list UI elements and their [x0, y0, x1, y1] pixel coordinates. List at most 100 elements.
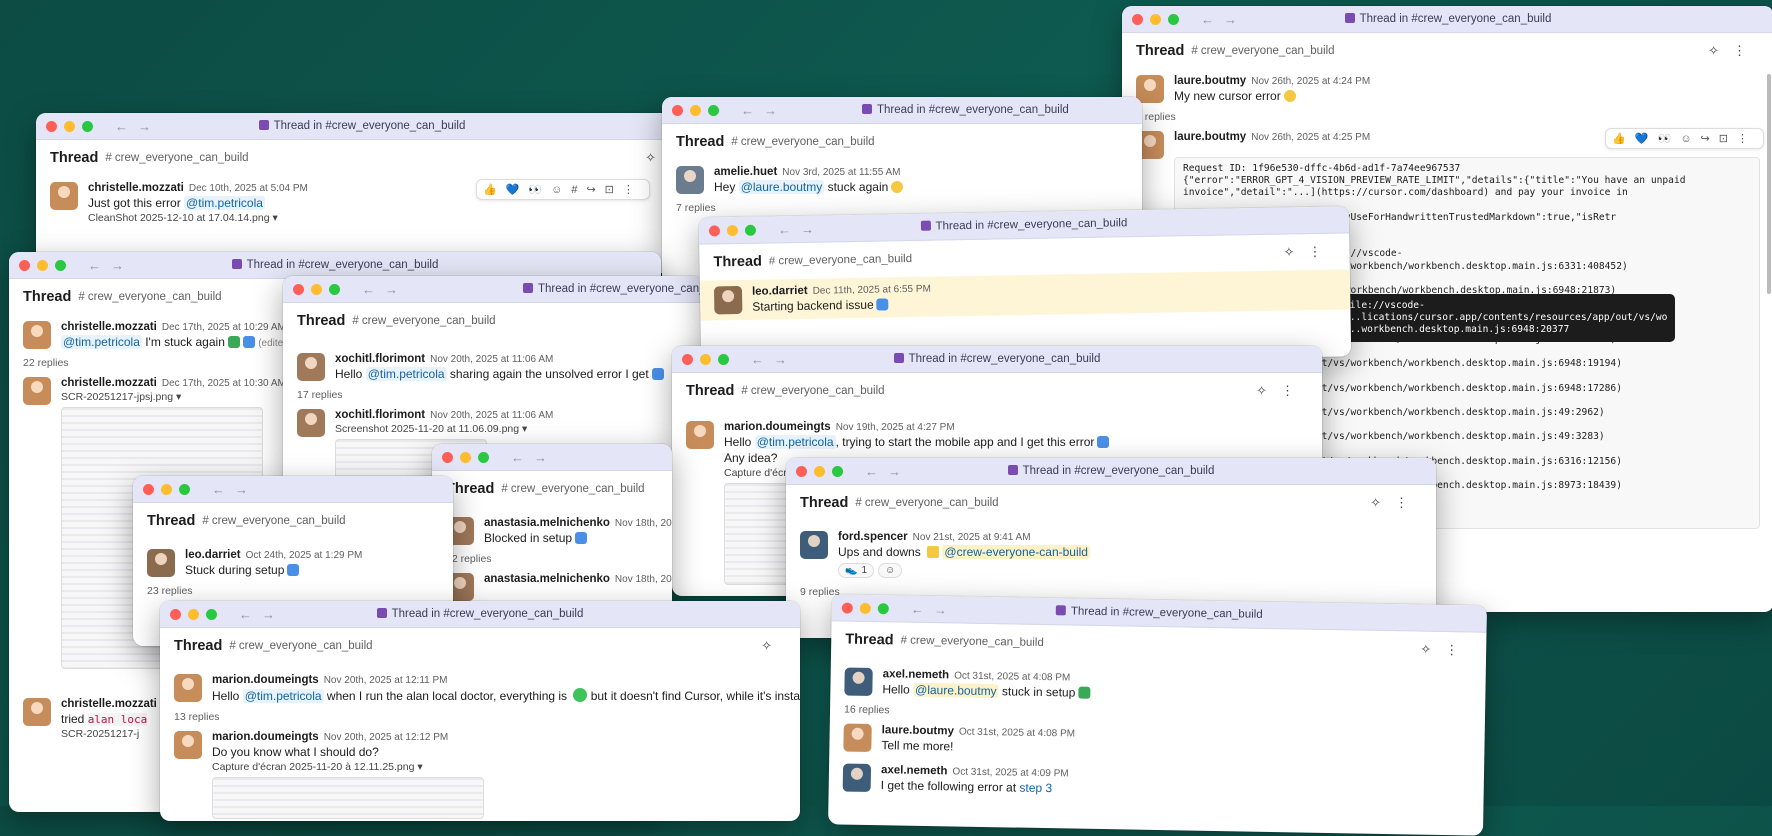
close-button[interactable]	[442, 451, 453, 463]
zoom-button[interactable]	[82, 120, 93, 132]
timestamp[interactable]: Nov 20th, 2025 at 12:11 PM	[324, 675, 448, 686]
title-bar[interactable]: ←→ Thread in #crew_everyone_can_build	[662, 97, 1142, 124]
minimize-button[interactable]	[188, 608, 199, 620]
zoom-button[interactable]	[1168, 13, 1179, 25]
channel-name[interactable]: # crew_everyone_can_build	[1191, 45, 1334, 57]
nav-arrows-icon[interactable]: ←→	[751, 352, 797, 367]
author-name[interactable]: xochitl.florimont	[335, 409, 425, 421]
avatar[interactable]	[686, 421, 714, 449]
author-name[interactable]: laure.boutmy	[1174, 75, 1246, 87]
avatar[interactable]	[297, 409, 325, 437]
zoom-button[interactable]	[708, 104, 719, 116]
message[interactable]: marion.doumeingts Nov 20th, 2025 at 12:11…	[160, 668, 800, 709]
author-name[interactable]: laure.boutmy	[882, 724, 954, 737]
group-mention[interactable]: @crew-everyone-can-build	[942, 545, 1090, 559]
avatar[interactable]	[147, 549, 175, 577]
timestamp[interactable]: Dec 17th, 2025 at 10:30 AM	[162, 378, 286, 389]
close-button[interactable]	[796, 465, 807, 477]
minimize-button[interactable]	[690, 104, 701, 116]
timestamp[interactable]: Nov 20th, 2025 at 11:06 AM	[430, 410, 553, 421]
author-name[interactable]: xochitl.florimont	[335, 353, 425, 365]
author-name[interactable]: marion.doumeingts	[212, 731, 319, 743]
author-name[interactable]: christelle.mozzati	[61, 321, 157, 333]
message[interactable]: leo.darriet Oct 24th, 2025 at 1:29 PM Stu…	[133, 543, 453, 583]
nav-arrows-icon[interactable]: ←→	[741, 103, 787, 118]
author-name[interactable]: anastasia.melnichenko	[484, 573, 610, 585]
avatar[interactable]	[50, 182, 78, 210]
replies-count[interactable]: 23 replies	[133, 583, 453, 599]
avatar[interactable]	[174, 731, 202, 759]
minimize-button[interactable]	[37, 259, 48, 271]
user-mention[interactable]: @tim.petricola	[61, 335, 142, 349]
timestamp[interactable]: Nov 18th, 2025	[615, 574, 672, 585]
timestamp[interactable]: Nov 21st, 2025 at 9:41 AM	[913, 532, 1031, 543]
file-attachment[interactable]: CleanShot 2025-12-10 at 17.04.14.png ▾	[88, 212, 674, 224]
close-button[interactable]	[46, 120, 57, 132]
message-hover-toolbar[interactable]: 👍💙👀☺#↪⊡⋮	[476, 179, 650, 200]
title-bar[interactable]: ←→ Thread in #crew_everyone_can_build	[36, 113, 688, 140]
minimize-button[interactable]	[161, 483, 172, 495]
title-bar[interactable]: ←→ Thread in #crew_everyone_can_build	[160, 601, 800, 628]
message[interactable]: christelle.mozzati tried alan loca SCR-2…	[9, 692, 171, 746]
close-button[interactable]	[170, 608, 181, 620]
avatar[interactable]	[23, 377, 51, 405]
message[interactable]: laure.boutmy Nov 26th, 2025 at 4:25 PM	[1122, 125, 1772, 165]
close-button[interactable]	[682, 353, 693, 365]
step-link[interactable]: step 3	[1019, 781, 1052, 796]
minimize-button[interactable]	[859, 602, 871, 614]
timestamp[interactable]: Nov 19th, 2025 at 4:27 PM	[836, 422, 955, 433]
close-button[interactable]	[841, 601, 853, 614]
message[interactable]: ford.spencer Nov 21st, 2025 at 9:41 AM Up…	[786, 525, 1436, 584]
avatar[interactable]	[800, 531, 828, 559]
user-mention[interactable]: @tim.petricola	[754, 435, 836, 449]
close-button[interactable]	[672, 104, 683, 116]
author-name[interactable]: christelle.mozzati	[61, 377, 157, 389]
channel-name[interactable]: # crew_everyone_can_build	[105, 152, 248, 164]
message[interactable]: marion.doumeingts Nov 20th, 2025 at 12:12…	[160, 725, 800, 821]
author-name[interactable]: christelle.mozzati	[88, 182, 184, 194]
channel-name[interactable]: # crew_everyone_can_build	[501, 483, 644, 495]
close-button[interactable]	[1132, 13, 1143, 25]
avatar[interactable]	[23, 321, 51, 349]
minimize-button[interactable]	[726, 224, 739, 236]
title-bar[interactable]: ←→ Thread in #crew_everyone_can_build	[786, 458, 1436, 485]
author-name[interactable]: leo.darriet	[752, 285, 808, 298]
nav-arrows-icon[interactable]: ←→	[212, 482, 258, 497]
zoom-button[interactable]	[744, 224, 757, 236]
nav-arrows-icon[interactable]: ←→	[88, 258, 134, 273]
minimize-button[interactable]	[460, 451, 471, 463]
timestamp[interactable]: Dec 17th, 2025 at 10:29 AM	[162, 322, 286, 333]
close-button[interactable]	[708, 224, 721, 237]
scrollbar[interactable]	[1767, 74, 1771, 294]
author-name[interactable]: laure.boutmy	[1174, 131, 1246, 143]
zoom-button[interactable]	[55, 259, 66, 271]
title-bar[interactable]: ←→	[133, 476, 453, 503]
message[interactable]: anastasia.melnichenko Nov 18th, 2025 Bloc…	[432, 511, 672, 551]
close-button[interactable]	[143, 483, 154, 495]
avatar[interactable]	[843, 723, 872, 753]
nav-arrows-icon[interactable]: ←→	[362, 282, 408, 297]
minimize-button[interactable]	[700, 353, 711, 365]
replies-count[interactable]: 13 replies	[160, 709, 800, 725]
screenshot-thumbnail[interactable]	[212, 777, 484, 819]
nav-arrows-icon[interactable]: ←→	[239, 607, 285, 622]
timestamp[interactable]: Oct 31st, 2025 at 4:08 PM	[959, 727, 1075, 740]
minimize-button[interactable]	[311, 283, 322, 295]
add-reaction-button[interactable]: ☺	[878, 563, 903, 578]
channel-name[interactable]: # crew_everyone_can_build	[352, 315, 495, 327]
avatar[interactable]	[713, 285, 743, 315]
timestamp[interactable]: Oct 31st, 2025 at 4:08 PM	[954, 670, 1070, 683]
user-mention[interactable]: @tim.petricola	[242, 689, 324, 703]
avatar[interactable]	[844, 667, 873, 697]
timestamp[interactable]: Nov 20th, 2025 at 12:12 PM	[324, 732, 449, 743]
close-button[interactable]	[19, 259, 30, 271]
zoom-button[interactable]	[179, 483, 190, 495]
timestamp[interactable]: Oct 31st, 2025 at 4:09 PM	[952, 766, 1068, 779]
user-mention[interactable]: @tim.petricola	[365, 367, 447, 381]
user-mention[interactable]: @laure.boutmy	[738, 180, 825, 194]
author-name[interactable]: amelie.huet	[714, 166, 777, 178]
timestamp[interactable]: Nov 20th, 2025 at 11:06 AM	[430, 354, 553, 365]
title-bar[interactable]: ←→ Thread in #crew_everyone_can_build	[1122, 6, 1772, 33]
user-mention[interactable]: @laure.boutmy	[912, 682, 999, 699]
minimize-button[interactable]	[814, 465, 825, 477]
